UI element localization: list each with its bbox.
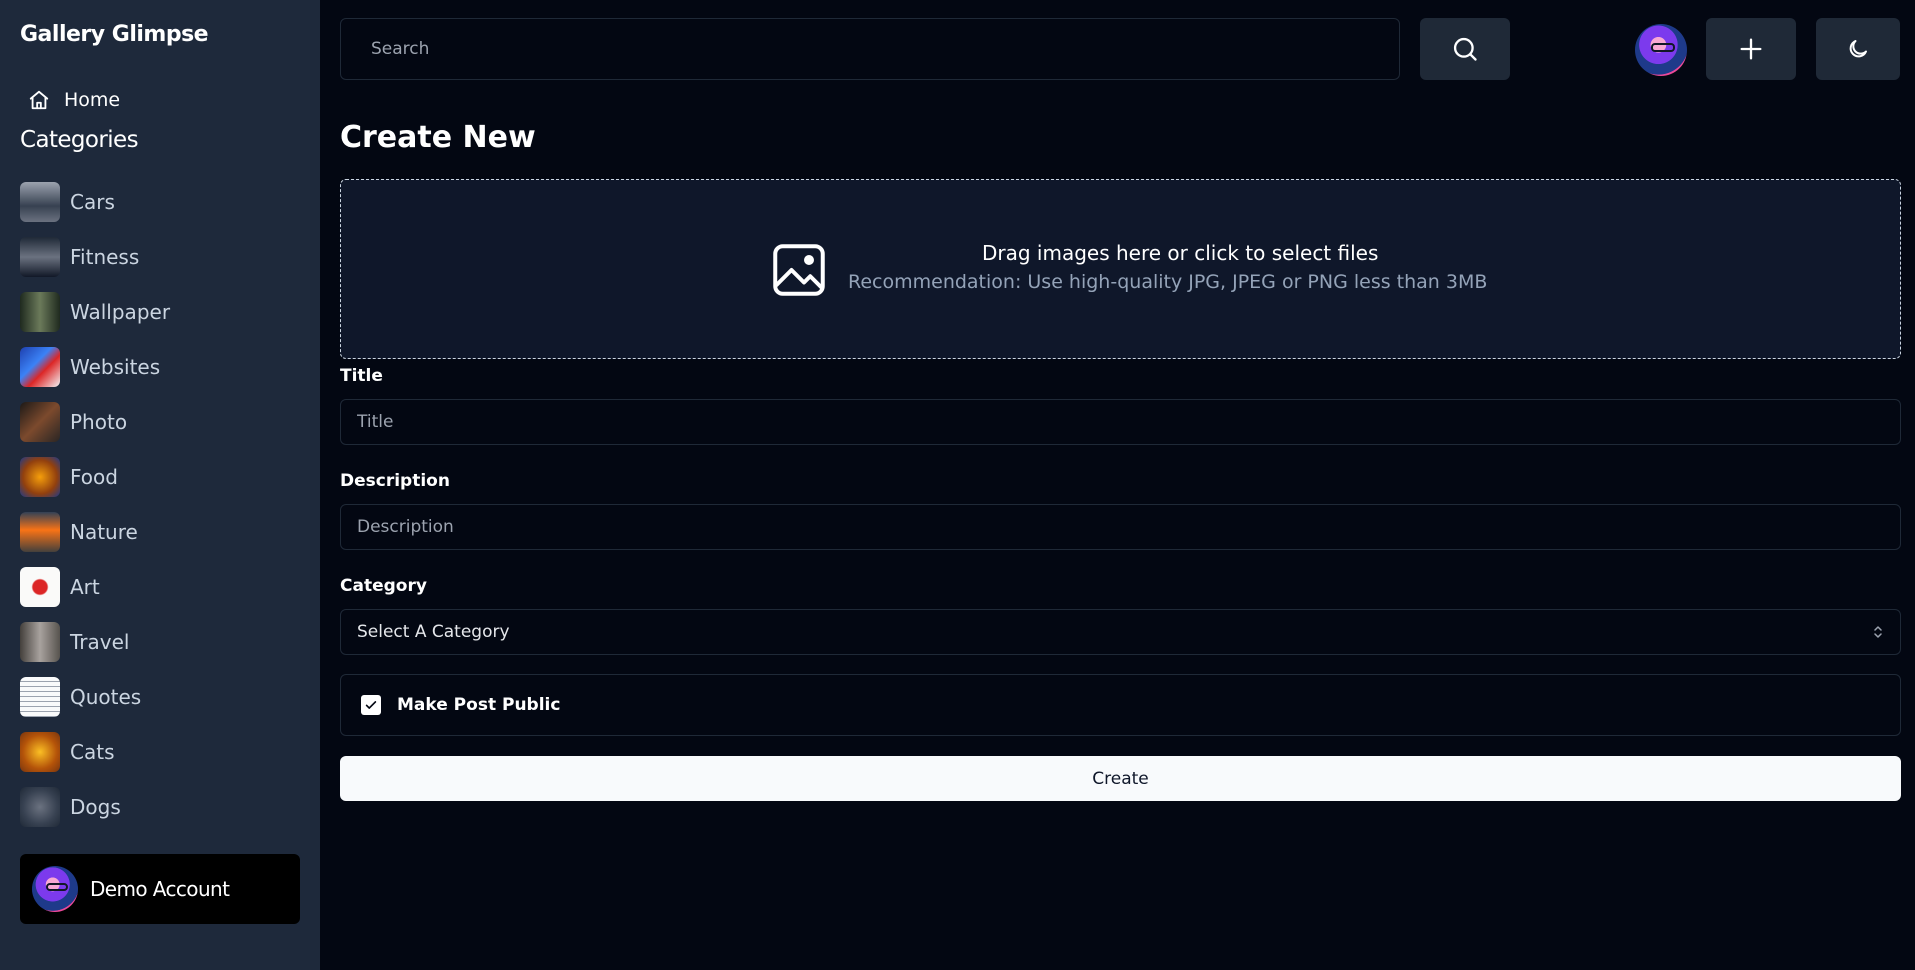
sidebar: Gallery Glimpse Home Categories Cars Fit…	[0, 0, 320, 970]
category-thumbnail	[20, 181, 60, 222]
title-label: Title	[340, 366, 383, 386]
sidebar-item-art[interactable]: Art	[20, 559, 300, 614]
sidebar-item-label: Nature	[70, 519, 138, 544]
description-label: Description	[340, 471, 450, 491]
category-thumbnail	[20, 621, 60, 662]
make-public-label: Make Post Public	[397, 695, 561, 715]
search-button[interactable]	[1420, 18, 1510, 80]
category-select-value: Select A Category	[357, 622, 510, 642]
image-dropzone[interactable]: Drag images here or click to select file…	[340, 179, 1901, 359]
category-thumbnail	[20, 511, 60, 552]
description-field[interactable]	[340, 504, 1901, 550]
account-name: Demo Account	[90, 877, 230, 901]
category-thumbnail	[20, 566, 60, 607]
theme-toggle-button[interactable]	[1816, 18, 1900, 80]
sidebar-item-nature[interactable]: Nature	[20, 504, 300, 559]
title-field[interactable]	[340, 399, 1901, 445]
sidebar-item-fitness[interactable]: Fitness	[20, 229, 300, 284]
search-input[interactable]	[340, 18, 1400, 80]
add-post-button[interactable]	[1706, 18, 1796, 80]
sidebar-item-travel[interactable]: Travel	[20, 614, 300, 669]
dropzone-secondary-text: Recommendation: Use high-quality JPG, JP…	[848, 271, 1488, 293]
sidebar-item-websites[interactable]: Websites	[20, 339, 300, 394]
plus-icon	[1740, 38, 1762, 60]
sidebar-item-label: Fitness	[70, 244, 140, 269]
home-icon	[29, 90, 49, 110]
sidebar-item-label: Photo	[70, 409, 128, 434]
sidebar-item-dogs[interactable]: Dogs	[20, 779, 300, 834]
category-thumbnail	[20, 786, 60, 827]
categories-heading: Categories	[20, 127, 139, 153]
sidebar-item-quotes[interactable]: Quotes	[20, 669, 300, 724]
app-logo[interactable]: Gallery Glimpse	[20, 22, 209, 47]
sidebar-item-label: Art	[70, 574, 100, 599]
moon-icon	[1849, 40, 1867, 58]
checkmark-icon	[365, 701, 377, 709]
account-button[interactable]: Demo Account	[20, 854, 300, 924]
sidebar-item-label: Wallpaper	[70, 299, 171, 324]
sidebar-item-wallpaper[interactable]: Wallpaper	[20, 284, 300, 339]
public-toggle-row: Make Post Public	[340, 674, 1901, 736]
sidebar-item-cats[interactable]: Cats	[20, 724, 300, 779]
category-list: Cars Fitness Wallpaper Websites Photo Fo…	[20, 174, 300, 834]
user-avatar[interactable]	[1635, 24, 1687, 76]
sidebar-item-label: Cars	[70, 189, 115, 214]
create-button[interactable]: Create	[340, 756, 1901, 801]
sidebar-item-home[interactable]: Home	[28, 86, 120, 114]
page-title: Create New	[340, 120, 536, 155]
category-select[interactable]: Select A Category	[340, 609, 1901, 655]
sidebar-item-label: Websites	[70, 354, 161, 379]
sidebar-item-cars[interactable]: Cars	[20, 174, 300, 229]
image-icon	[773, 244, 825, 296]
avatar	[32, 866, 78, 912]
sidebar-item-label: Home	[64, 89, 121, 111]
sidebar-item-food[interactable]: Food	[20, 449, 300, 504]
sidebar-item-label: Travel	[70, 629, 130, 654]
sidebar-item-label: Quotes	[70, 684, 142, 709]
category-thumbnail	[20, 676, 60, 717]
category-thumbnail	[20, 291, 60, 332]
category-thumbnail	[20, 346, 60, 387]
make-public-checkbox[interactable]	[361, 695, 381, 715]
sidebar-item-label: Dogs	[70, 794, 121, 819]
category-thumbnail	[20, 401, 60, 442]
search-icon	[1453, 37, 1477, 61]
dropzone-primary-text: Drag images here or click to select file…	[982, 241, 1379, 265]
category-thumbnail	[20, 731, 60, 772]
create-button-label: Create	[1092, 768, 1149, 789]
sidebar-item-label: Food	[70, 464, 118, 489]
category-thumbnail	[20, 456, 60, 497]
chevron-up-down-icon	[1874, 626, 1882, 638]
sidebar-item-photo[interactable]: Photo	[20, 394, 300, 449]
category-thumbnail	[20, 236, 60, 277]
category-label: Category	[340, 576, 427, 596]
sidebar-item-label: Cats	[70, 739, 115, 764]
